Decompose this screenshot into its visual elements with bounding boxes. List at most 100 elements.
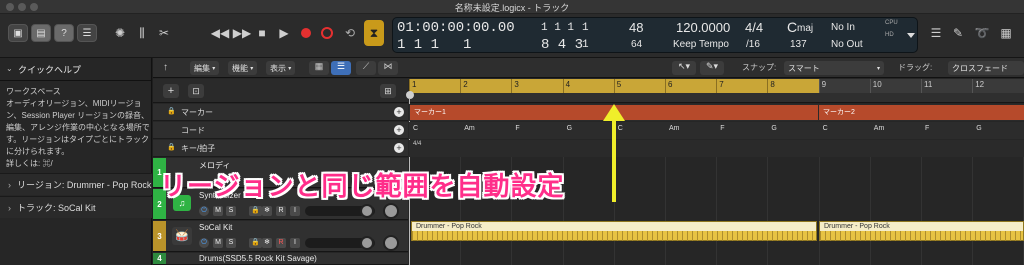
media-icon: ▦ [1000, 26, 1012, 40]
time-signature-marker[interactable]: 4/4 [413, 141, 421, 148]
grid-line [665, 157, 666, 265]
inspector-track-row[interactable]: › トラック: SoCal Kit [0, 196, 152, 218]
add-track-button[interactable]: + [163, 84, 179, 98]
add-marker-plus-icon[interactable]: + [394, 107, 404, 117]
drummer-region-1[interactable]: Drummer - Pop Rock [411, 221, 817, 241]
stop-icon: ■ [258, 26, 266, 40]
track-mute-button[interactable]: M [213, 238, 223, 248]
view-menu[interactable]: 表示 ▾ [266, 61, 296, 75]
track-lock-button[interactable]: 🔒 [249, 238, 262, 248]
editor-button[interactable]: ✂ [156, 24, 172, 42]
lcd-cpu-label: CPU [885, 20, 898, 26]
chord-marker[interactable]: G [976, 125, 981, 132]
track-power-button[interactable]: ⏻ [199, 206, 209, 216]
track-input-button[interactable]: I [290, 238, 300, 248]
record-button[interactable] [301, 28, 311, 38]
metronome-button[interactable]: ⧗ [364, 20, 384, 46]
media-browser-button[interactable]: ▦ [998, 24, 1014, 42]
quick-help-button[interactable]: ? [54, 24, 74, 42]
ruler-bar-tick [869, 79, 871, 93]
chord-marker[interactable]: F [515, 125, 519, 132]
global-track-keysig[interactable]: 🔒 キー/拍子 + [153, 140, 408, 157]
global-tracks-button[interactable]: ⊞ [380, 84, 396, 98]
track-number: 4 [153, 253, 166, 264]
edit-menu[interactable]: 編集 ▾ [190, 61, 220, 75]
pencil-tool-menu[interactable]: ✎▾ [700, 61, 724, 75]
list-view-button[interactable]: ☰ [331, 61, 351, 75]
inspector-button[interactable]: ▤ [31, 24, 51, 42]
forward-button[interactable]: ▶▶ [233, 24, 251, 42]
pointer-tool-menu[interactable]: ↖▾ [672, 61, 696, 75]
ruler-bar-number: 3 [514, 80, 519, 89]
play-button[interactable]: ▶ [276, 24, 292, 42]
add-chord-plus-icon[interactable]: + [394, 125, 404, 135]
quick-help-chevron-icon[interactable]: ⌄ [6, 64, 13, 73]
lcd-midi-out: No Out [831, 39, 863, 50]
track-header-3[interactable]: 3 🥁 SoCal Kit ⏻ M S 🔒 ❄ R I [153, 221, 408, 252]
track-volume-knob[interactable] [360, 236, 374, 250]
track-freeze-button[interactable]: ❄ [262, 238, 272, 248]
lcd-menu-chevron-icon[interactable] [907, 33, 915, 38]
new-folder-button[interactable]: ⊡ [188, 84, 204, 98]
inspector-region-row[interactable]: › リージョン: Drummer - Pop Rock [0, 173, 152, 195]
chord-marker[interactable]: Am [874, 125, 885, 132]
automation-button[interactable]: ⟋ [356, 61, 376, 75]
lcd-display[interactable]: 01:00:00:00.00 1 1 1 1 1 1 1 1 8 4 3 1 4… [392, 17, 918, 53]
global-track-chord-label: コード [181, 126, 205, 135]
lcd-key-letter: C [787, 19, 798, 35]
chord-marker[interactable]: C [413, 125, 418, 132]
loop-browser-button[interactable]: ➰ [974, 24, 990, 42]
lock-icon: 🔒 [167, 108, 176, 115]
flex-button[interactable]: ⋈ [378, 61, 398, 75]
ruler-bar-tick [613, 79, 615, 93]
chord-marker[interactable]: C [618, 125, 623, 132]
playhead-handle[interactable] [406, 91, 414, 99]
ruler-lower[interactable] [409, 93, 1024, 103]
chord-marker[interactable]: G [567, 125, 572, 132]
drummer-region-2[interactable]: Drummer - Pop Rock [819, 221, 1024, 241]
chord-marker[interactable]: Am [464, 125, 475, 132]
annotation-text: リージョンと同じ範囲を自動設定 [160, 172, 565, 202]
track-header-4[interactable]: 4 Drums(SSD5.5 Rock Kit Savage) [153, 253, 408, 265]
mixer-button[interactable]: ⫼ [134, 24, 150, 42]
list-editors-button[interactable]: ☰ [928, 24, 944, 42]
track-pan-knob[interactable] [383, 235, 399, 251]
library-button[interactable]: ▣ [8, 24, 28, 42]
grid-view-button[interactable]: ▦ [309, 61, 329, 75]
dropdown-icon: ▾ [212, 65, 216, 72]
global-track-marker[interactable]: 🔒 マーカー + [153, 104, 408, 121]
track-power-button[interactable]: ⏻ [199, 238, 209, 248]
marker-2[interactable]: マーカー2 [819, 105, 1024, 120]
track-mute-button[interactable]: M [213, 206, 223, 216]
chord-marker[interactable]: G [771, 125, 776, 132]
track-input-button[interactable]: I [290, 206, 300, 216]
cycle-icon: ⟲ [344, 26, 356, 40]
track-record-button[interactable]: R [276, 238, 286, 248]
chord-marker[interactable]: C [823, 125, 828, 132]
cycle-mode-button[interactable]: ⟲ [342, 24, 358, 42]
snap-select[interactable]: スマート ▾ [784, 61, 884, 75]
replace-record-button[interactable] [321, 27, 333, 39]
smart-controls-button[interactable]: ✺ [112, 24, 128, 42]
track-volume-knob[interactable] [360, 204, 374, 218]
add-keysig-plus-icon[interactable]: + [394, 143, 404, 153]
global-track-chord[interactable]: コード + [153, 122, 408, 139]
rewind-button[interactable]: ◀◀ [211, 24, 229, 42]
track-freeze-button[interactable]: ❄ [262, 206, 272, 216]
drag-select[interactable]: クロスフェード [948, 61, 1024, 75]
ruler-bar-tick [818, 79, 820, 93]
catch-playhead-button[interactable]: ↑ [163, 62, 168, 73]
track-solo-button[interactable]: S [226, 206, 236, 216]
track-lock-button[interactable]: 🔒 [249, 206, 262, 216]
toolbar-button[interactable]: ☰ [77, 24, 97, 42]
notepad-button[interactable]: ✎ [950, 24, 966, 42]
track-solo-button[interactable]: S [226, 238, 236, 248]
track-record-button[interactable]: R [276, 206, 286, 216]
chord-marker[interactable]: F [720, 125, 724, 132]
track-pan-knob[interactable] [383, 203, 399, 219]
mixer-icon: ⫼ [139, 25, 145, 40]
stop-button[interactable]: ■ [254, 24, 270, 42]
function-menu[interactable]: 機能 ▾ [228, 61, 258, 75]
chord-marker[interactable]: Am [669, 125, 680, 132]
chord-marker[interactable]: F [925, 125, 929, 132]
